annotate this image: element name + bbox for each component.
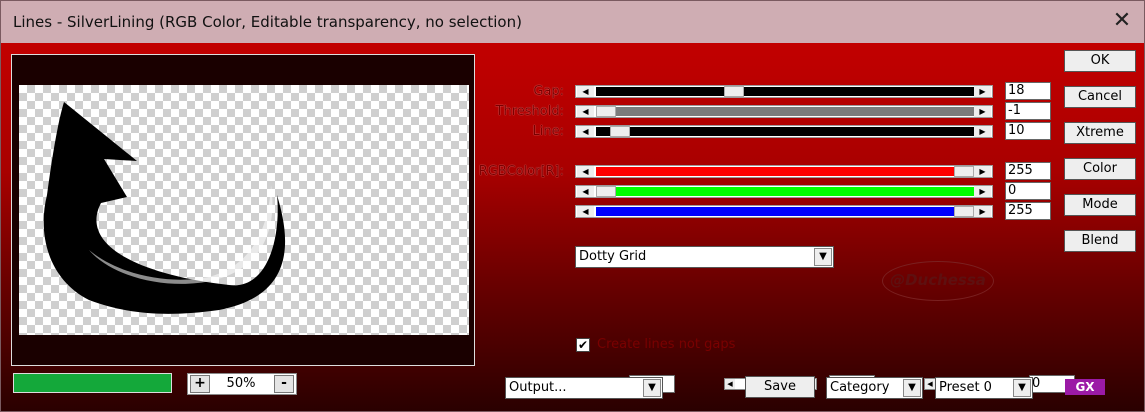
- threshold-label: Threshold:: [495, 104, 564, 119]
- slider-thumb[interactable]: [954, 206, 974, 217]
- watermark-logo: @Duchessa: [882, 261, 994, 301]
- slider-thumb[interactable]: [596, 186, 616, 197]
- threshold-value-field[interactable]: -1: [1005, 102, 1051, 120]
- xtreme-button[interactable]: Xtreme: [1064, 122, 1136, 144]
- slider-thumb[interactable]: [724, 86, 744, 97]
- line-label: Line:: [532, 124, 564, 139]
- slider-left-arrow-icon[interactable]: ◀: [725, 379, 735, 389]
- progress-bar: [13, 373, 172, 393]
- slider-left-arrow-icon[interactable]: ◀: [577, 206, 594, 217]
- slider-left-arrow-icon[interactable]: ◀: [577, 126, 594, 137]
- gx-logo[interactable]: GX: [1065, 379, 1105, 395]
- threshold-slider[interactable]: ◀ ▶: [575, 105, 993, 118]
- create-lines-checkbox[interactable]: ✔: [576, 338, 590, 352]
- category-selected: Category: [830, 380, 890, 395]
- line-value-field[interactable]: 10: [1005, 122, 1051, 140]
- category-dropdown[interactable]: Category ▼: [826, 377, 923, 399]
- preview-shape: [43, 102, 286, 314]
- slider-right-arrow-icon[interactable]: ▶: [974, 86, 991, 97]
- blend-button[interactable]: Blend: [1064, 230, 1136, 252]
- chevron-down-icon[interactable]: ▼: [814, 248, 832, 266]
- zoom-level: 50%: [226, 376, 256, 391]
- green-slider[interactable]: ◀ ▶: [575, 185, 993, 198]
- slider-thumb[interactable]: [596, 106, 616, 117]
- pattern-selected: Dotty Grid: [579, 249, 647, 264]
- slider-right-arrow-icon[interactable]: ▶: [974, 126, 991, 137]
- slider-right-arrow-icon[interactable]: ▶: [974, 206, 991, 217]
- preset-dropdown[interactable]: Preset 0 ▼: [935, 377, 1033, 399]
- ok-button[interactable]: OK: [1064, 50, 1136, 72]
- slider-right-arrow-icon[interactable]: ▶: [974, 166, 991, 177]
- chevron-down-icon[interactable]: ▼: [903, 379, 921, 397]
- slider-thumb[interactable]: [954, 166, 974, 177]
- green-value-field[interactable]: 0: [1005, 182, 1051, 200]
- slider-thumb[interactable]: [610, 126, 630, 137]
- output-selected: Output...: [509, 380, 567, 395]
- slider-right-arrow-icon[interactable]: ▶: [974, 106, 991, 117]
- slider-right-arrow-icon[interactable]: ▶: [974, 186, 991, 197]
- gap-label: Gap:: [533, 84, 564, 99]
- slider-left-arrow-icon[interactable]: ◀: [577, 86, 594, 97]
- gap-slider[interactable]: ◀ ▶: [575, 85, 993, 98]
- zoom-control: + 50% -: [187, 373, 297, 395]
- save-button[interactable]: Save: [745, 376, 815, 398]
- color-button[interactable]: Color: [1064, 158, 1136, 180]
- line-slider[interactable]: ◀ ▶: [575, 125, 993, 138]
- blue-value-field[interactable]: 255: [1005, 202, 1051, 220]
- blue-slider[interactable]: ◀ ▶: [575, 205, 993, 218]
- dialog-body: + 50% - Gap: ◀ ▶ 18 Threshold: ◀ ▶ -1 Li…: [1, 43, 1144, 411]
- zoom-out-button[interactable]: -: [274, 375, 294, 393]
- red-slider[interactable]: ◀ ▶: [575, 165, 993, 178]
- slider-left-arrow-icon[interactable]: ◀: [925, 379, 935, 389]
- slider-left-arrow-icon[interactable]: ◀: [577, 106, 594, 117]
- filter-dialog: Lines - SilverLining (RGB Color, Editabl…: [0, 0, 1145, 412]
- close-icon[interactable]: ✕: [1110, 9, 1134, 33]
- gap-value-field[interactable]: 18: [1005, 82, 1051, 100]
- chevron-down-icon[interactable]: ▼: [643, 379, 661, 397]
- rgb-color-label: RGBColor[R]:: [478, 164, 564, 179]
- slider-left-arrow-icon[interactable]: ◀: [577, 166, 594, 177]
- title-bar: Lines - SilverLining (RGB Color, Editabl…: [1, 1, 1144, 43]
- chevron-down-icon[interactable]: ▼: [1013, 379, 1031, 397]
- preset-selected: Preset 0: [939, 380, 992, 395]
- preview-image[interactable]: [19, 85, 469, 335]
- red-value-field[interactable]: 255: [1005, 162, 1051, 180]
- output-dropdown[interactable]: Output... ▼: [505, 377, 663, 399]
- create-lines-label: Create lines not gaps: [597, 337, 736, 352]
- cancel-button[interactable]: Cancel: [1064, 86, 1136, 108]
- preview-frame: [11, 54, 475, 366]
- pattern-dropdown[interactable]: Dotty Grid ▼: [575, 246, 834, 268]
- zoom-in-button[interactable]: +: [190, 375, 210, 393]
- slider-left-arrow-icon[interactable]: ◀: [577, 186, 594, 197]
- window-title: Lines - SilverLining (RGB Color, Editabl…: [13, 13, 522, 31]
- mode-button[interactable]: Mode: [1064, 194, 1136, 216]
